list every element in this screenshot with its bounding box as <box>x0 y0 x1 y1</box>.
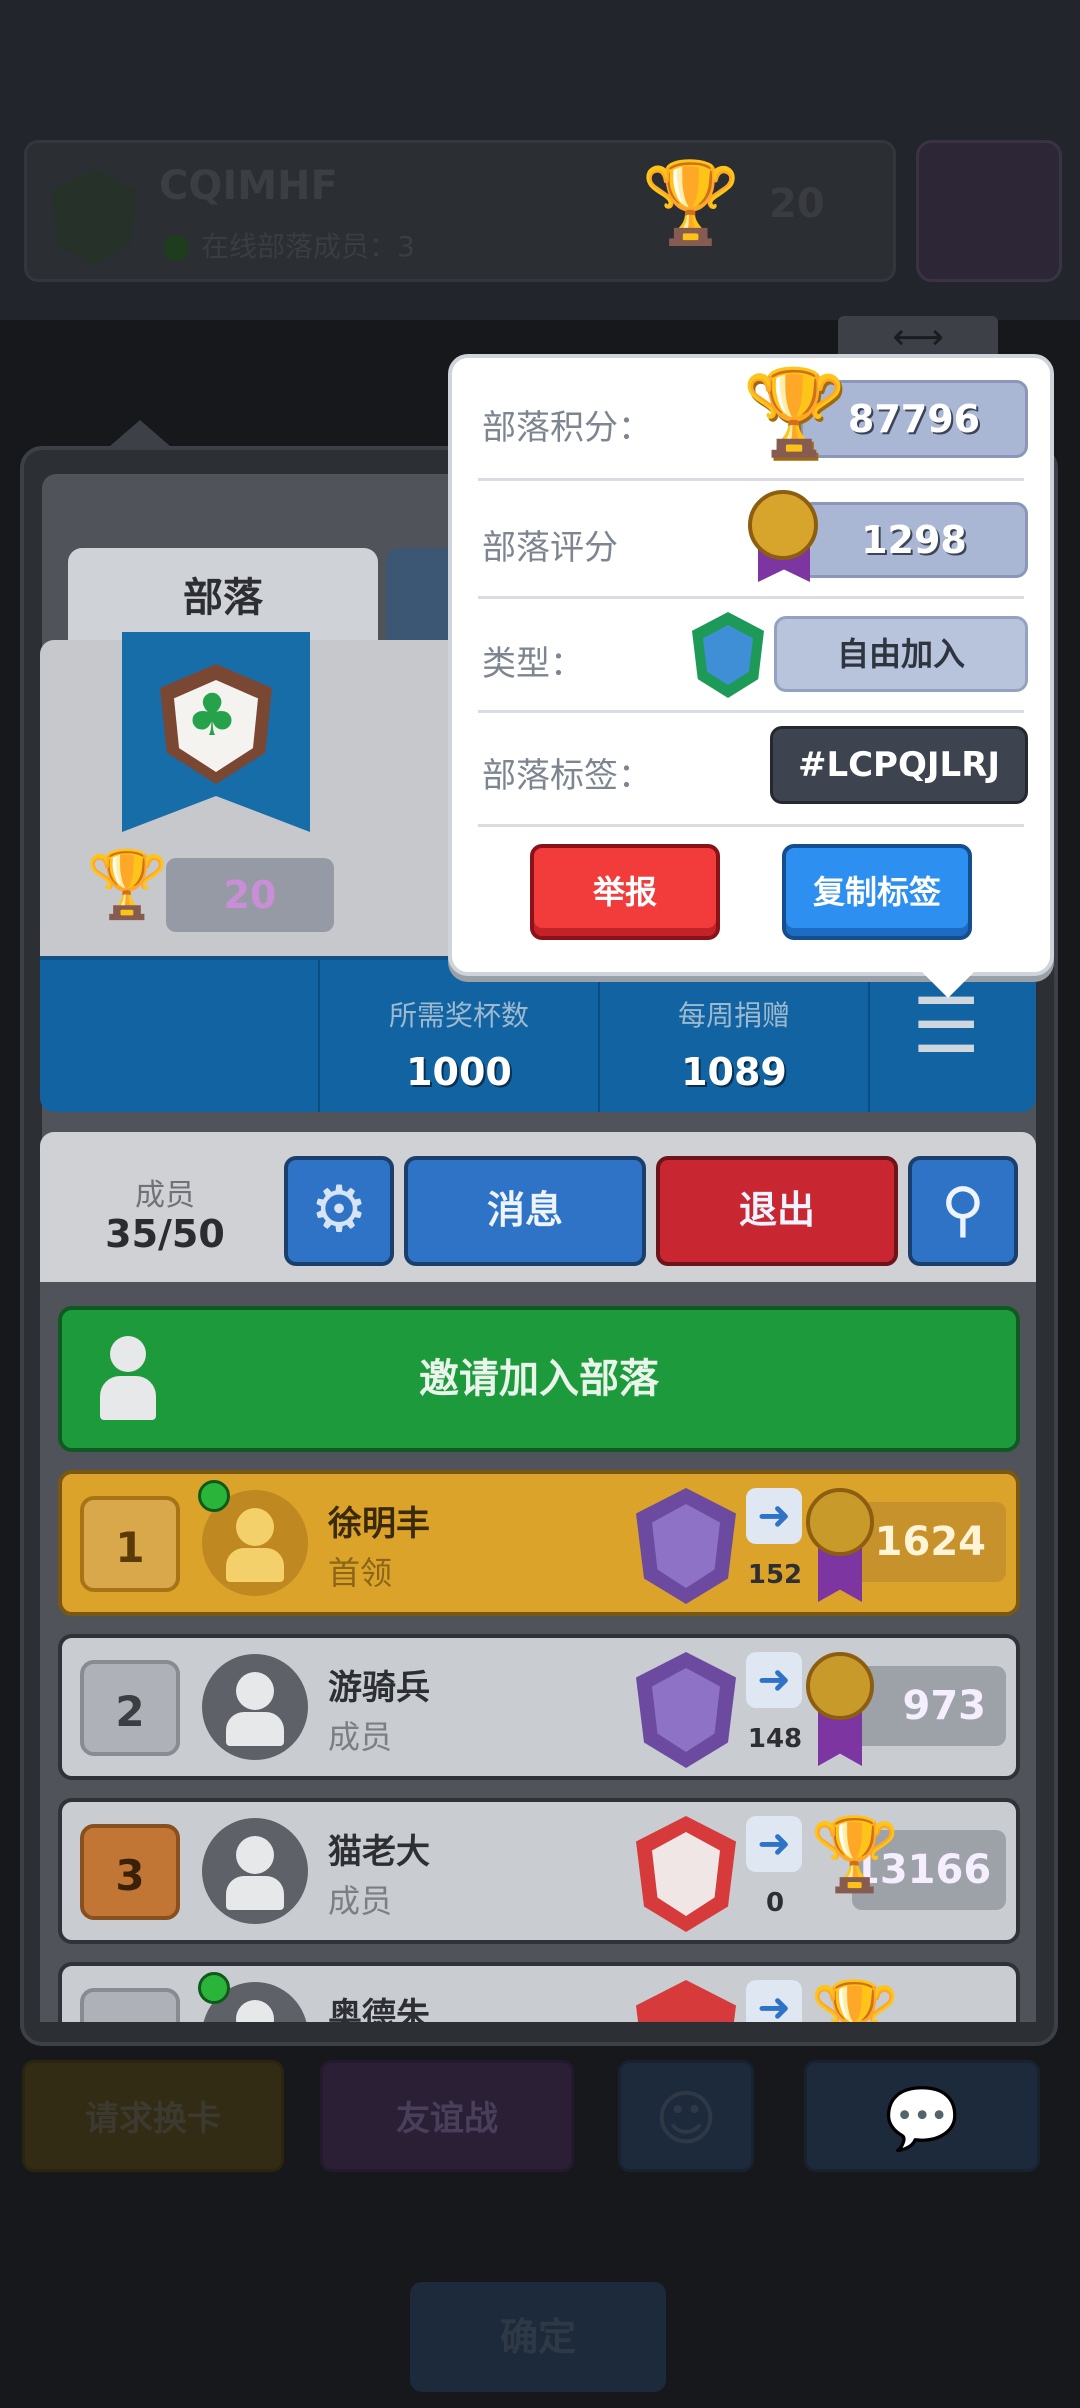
clan-score-label: 部落积分： <box>482 408 652 448</box>
online-members-label: 在线部落成员：3 <box>201 230 415 263</box>
member-row[interactable]: 1 徐明丰 首领 ➜ 152 1624 <box>58 1470 1020 1616</box>
member-score: 973 <box>852 1666 1006 1746</box>
members-label: 成员 <box>135 1178 195 1213</box>
chat-button: 💬 <box>804 2060 1040 2172</box>
member-role: 成员 <box>328 1882 393 1920</box>
stat-weekly-donations: 每周捐赠 1089 <box>598 960 868 1112</box>
gold-trophy-icon: 🏆 <box>742 363 847 461</box>
clan-name: CQIMHF <box>159 163 338 209</box>
arena-badge-icon <box>636 1980 736 2022</box>
online-indicator-icon <box>198 1480 230 1512</box>
clan-type-value: 自由加入 <box>774 616 1028 692</box>
message-button[interactable]: 消息 <box>404 1156 646 1266</box>
crown-medal-icon <box>748 490 818 560</box>
clan-stats-bar: 所需奖杯数 1000 每周捐赠 1089 <box>40 956 1036 1112</box>
member-row[interactable]: 4 奥德朱 ➜ 🏆 <box>58 1962 1020 2022</box>
clan-tag-value[interactable]: #LCPQJLRJ <box>770 726 1028 804</box>
clan-tag-label: 部落标签： <box>482 756 652 796</box>
trophy-icon: 🏆 <box>641 156 741 249</box>
crown-medal-icon <box>806 1488 874 1556</box>
report-button[interactable]: 举报 <box>530 844 720 940</box>
member-name: 奥德朱 <box>328 1996 430 2022</box>
online-dot-icon <box>163 235 189 261</box>
member-name: 徐明丰 <box>328 1504 430 1544</box>
copy-tag-button[interactable]: 复制标签 <box>782 844 972 940</box>
confirm-button: 确定 <box>410 2282 666 2392</box>
members-count: 35/50 <box>105 1212 225 1256</box>
settings-button[interactable]: ⚙ <box>284 1156 394 1266</box>
purple-trophy-icon: 🏆 <box>86 846 169 923</box>
stat-empty <box>40 960 318 1112</box>
clan-rating-label: 部落评分 <box>482 528 618 568</box>
clan-trophy-value: 20 <box>166 858 334 932</box>
trophy-icon: 🏆 <box>810 1812 900 1896</box>
popup-tail <box>920 970 976 998</box>
clover-icon: ♣ <box>186 681 238 749</box>
online-indicator-icon <box>198 1972 230 2004</box>
online-members-text: 在线部落成员：3 <box>163 225 415 265</box>
clan-type-label: 类型： <box>482 644 584 684</box>
emote-button: ☺ <box>618 2060 754 2172</box>
clan-summary-card: CQIMHF 在线部落成员：3 🏆 20 <box>24 140 896 282</box>
member-row[interactable]: 2 游骑兵 成员 ➜ 148 973 <box>58 1634 1020 1780</box>
trophy-value: 20 <box>769 181 825 227</box>
avatar <box>202 1818 308 1924</box>
emote-icon: ☺ <box>654 2084 718 2154</box>
member-role: 首领 <box>328 1554 393 1592</box>
clan-rating-value: 1298 <box>800 502 1028 578</box>
chat-icon: 💬 <box>884 2084 960 2154</box>
clan-badge-icon <box>51 169 137 265</box>
search-button[interactable]: ⚲ <box>908 1156 1018 1266</box>
member-score: 1624 <box>852 1502 1006 1582</box>
exit-button[interactable]: 退出 <box>656 1156 898 1266</box>
rank-badge: 1 <box>80 1496 180 1592</box>
member-row-partial[interactable]: 4 奥德朱 ➜ 🏆 <box>58 1962 1020 2022</box>
add-list-icon[interactable]: ☰ <box>912 988 980 1064</box>
donation-count: 148 <box>747 1724 803 1754</box>
trophy-icon: 🏆 <box>810 1976 900 2022</box>
friendly-battle-button: 友谊战 <box>320 2060 574 2172</box>
donation-count: 0 <box>765 1888 785 1918</box>
donation-icon: ➜ <box>746 1488 802 1544</box>
rank-badge: 3 <box>80 1824 180 1920</box>
donation-icon: ➜ <box>746 1652 802 1708</box>
member-row[interactable]: 3 猫老大 成员 ➜ 0 13166 🏆 <box>58 1798 1020 1944</box>
member-role: 成员 <box>328 1718 393 1756</box>
search-icon: ⚲ <box>941 1175 985 1245</box>
request-card-button: 请求换卡 <box>22 2060 284 2172</box>
avatar <box>202 1654 308 1760</box>
panel-notch <box>110 420 170 446</box>
rank-badge: 2 <box>80 1660 180 1756</box>
member-name: 猫老大 <box>328 1832 430 1872</box>
gear-icon: ⚙ <box>310 1173 368 1247</box>
rank-badge: 4 <box>80 1988 180 2022</box>
invite-button[interactable]: 邀请加入部落 <box>58 1306 1020 1452</box>
stat-required-trophies: 所需奖杯数 1000 <box>318 960 598 1112</box>
invite-label: 邀请加入部落 <box>419 1356 659 1402</box>
donation-count: 152 <box>747 1560 803 1590</box>
member-name: 游骑兵 <box>328 1668 430 1708</box>
donation-icon: ➜ <box>746 1980 802 2022</box>
clan-war-button <box>916 140 1062 282</box>
donation-icon: ➜ <box>746 1816 802 1872</box>
crown-medal-icon <box>806 1652 874 1720</box>
